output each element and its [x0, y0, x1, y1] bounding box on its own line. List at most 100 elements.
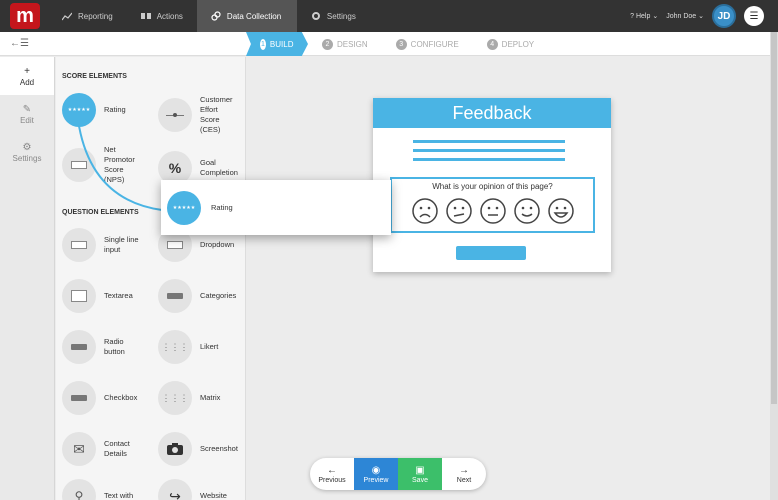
- element-label: Textarea: [104, 291, 133, 300]
- ces-line-1: Customer: [200, 95, 233, 104]
- form-submit-button[interactable]: [456, 246, 526, 260]
- user-area: ? Help ⌄ John Doe ⌄ JD ☰: [630, 0, 764, 32]
- rail-edit[interactable]: ✎ Edit: [0, 95, 54, 133]
- step-label: CONFIGURE: [410, 39, 459, 49]
- placeholder-line: [413, 158, 565, 161]
- step-label: DEPLOY: [501, 39, 535, 49]
- very-happy-face-icon[interactable]: [547, 197, 575, 225]
- step-deploy[interactable]: 4 DEPLOY: [473, 32, 548, 56]
- collapse-panel-icon[interactable]: ←☰: [10, 38, 29, 49]
- nav-data-collection[interactable]: Data Collection: [196, 0, 297, 32]
- envelope-icon: ✉: [62, 432, 96, 466]
- eye-icon: ◉: [371, 464, 381, 476]
- step-number: 1: [260, 38, 266, 50]
- arrow-left-icon: ←: [327, 464, 337, 476]
- wizard-steps: 1 BUILD 2 DESIGN 3 CONFIGURE 4 DEPLOY: [246, 32, 548, 56]
- element-screenshot[interactable]: Screenshot: [158, 432, 245, 466]
- chevron-down-icon: ⌄: [652, 13, 659, 20]
- nav-settings[interactable]: Settings: [297, 0, 370, 32]
- sliders-icon[interactable]: ☰: [744, 6, 764, 26]
- single-line-2: input: [104, 245, 121, 254]
- stepper-bar: ←☰ 1 BUILD 2 DESIGN 3 CONFIGURE 4 DEPLOY: [0, 32, 770, 56]
- categories-icon: [158, 279, 192, 313]
- chevron-down-icon: ⌄: [698, 13, 704, 20]
- share-icon: ↪: [158, 479, 192, 500]
- element-textarea[interactable]: Textarea: [62, 279, 157, 313]
- step-number: 2: [322, 38, 333, 50]
- vertical-scrollbar[interactable]: [770, 32, 778, 500]
- element-website[interactable]: ↪ Website: [158, 479, 245, 500]
- score-elements-title: SCORE ELEMENTS: [62, 72, 127, 80]
- dragged-rating-element[interactable]: ★★★★★ Rating: [161, 180, 391, 235]
- ces-line-2: Effort: [200, 105, 218, 114]
- very-sad-face-icon[interactable]: [411, 197, 439, 225]
- next-button[interactable]: → Next: [442, 458, 486, 490]
- radio-icon: [62, 330, 96, 364]
- nav-reporting[interactable]: Reporting: [48, 0, 127, 32]
- element-label: Customer Effort Score (CES): [200, 95, 233, 135]
- help-menu[interactable]: ? Help ⌄: [630, 12, 658, 20]
- goal-line-1: Goal: [200, 158, 216, 167]
- element-single-line-input[interactable]: Single line input: [62, 228, 157, 262]
- rail-add[interactable]: + Add: [0, 57, 54, 95]
- rail-settings[interactable]: ⚙ Settings: [0, 133, 54, 171]
- step-label: DESIGN: [337, 39, 368, 49]
- likert-icon: ⋮⋮⋮: [158, 330, 192, 364]
- element-label: Contact Details: [104, 439, 130, 459]
- element-label: Dropdown: [200, 240, 235, 249]
- nav-reporting-label: Reporting: [78, 11, 113, 21]
- feedback-form-preview[interactable]: Feedback What is your opinion of this pa…: [373, 98, 611, 272]
- step-number: 3: [395, 38, 407, 50]
- contact-line-1: Contact: [104, 439, 130, 448]
- element-text-with[interactable]: ⚲ Text with: [62, 479, 157, 500]
- user-name: John Doe: [666, 13, 697, 20]
- element-label: Likert: [200, 342, 219, 351]
- left-rail: + Add ✎ Edit ⚙ Settings: [0, 57, 55, 500]
- textarea-icon: [62, 279, 96, 313]
- key-icon: ⚲: [62, 479, 96, 500]
- nav-actions[interactable]: Actions: [127, 0, 197, 32]
- bottom-toolbar: ← Previous ◉ Preview ▣ Save → Next: [310, 458, 486, 490]
- save-button[interactable]: ▣ Save: [398, 458, 442, 490]
- help-icon: ?: [630, 13, 635, 20]
- element-radio-button[interactable]: Radio button: [62, 330, 157, 364]
- element-likert[interactable]: ⋮⋮⋮ Likert: [158, 330, 245, 364]
- step-label: BUILD: [269, 39, 294, 49]
- placeholder-line: [413, 149, 565, 152]
- happy-face-icon[interactable]: [513, 197, 541, 225]
- stars-icon: ★★★★★: [67, 107, 91, 113]
- previous-button[interactable]: ← Previous: [310, 458, 354, 490]
- step-configure[interactable]: 3 CONFIGURE: [382, 32, 473, 56]
- arrow-right-icon: →: [459, 464, 469, 476]
- ces-line-3: Score: [200, 115, 220, 124]
- user-menu[interactable]: John Doe ⌄: [666, 12, 704, 20]
- element-label: Matrix: [200, 393, 221, 402]
- step-design[interactable]: 2 DESIGN: [308, 32, 382, 56]
- stars-icon: ★★★★★: [172, 204, 196, 211]
- brand-logo[interactable]: m: [10, 3, 40, 29]
- element-categories[interactable]: Categories: [158, 279, 245, 313]
- element-label: Checkbox: [104, 393, 138, 402]
- element-checkbox[interactable]: Checkbox: [62, 381, 157, 415]
- element-contact-details[interactable]: ✉ Contact Details: [62, 432, 157, 466]
- preview-button[interactable]: ◉ Preview: [354, 458, 398, 490]
- next-label: Next: [456, 476, 472, 484]
- camera-icon: [158, 432, 192, 466]
- element-ces[interactable]: Customer Effort Score (CES): [158, 95, 245, 135]
- rail-add-label: Add: [19, 77, 35, 87]
- sad-face-icon[interactable]: [445, 197, 473, 225]
- ghost-label: Rating: [211, 202, 233, 212]
- scrollbar-thumb[interactable]: [771, 32, 777, 404]
- form-title: Feedback: [373, 98, 611, 128]
- rail-edit-label: Edit: [20, 115, 34, 125]
- nav-data-collection-label: Data Collection: [226, 11, 282, 21]
- element-matrix[interactable]: ⋮⋮⋮ Matrix: [158, 381, 245, 415]
- neutral-face-icon[interactable]: [479, 197, 507, 225]
- step-build[interactable]: 1 BUILD: [246, 32, 308, 56]
- rating-drop-zone[interactable]: What is your opinion of this page?: [390, 177, 595, 233]
- nav-settings-label: Settings: [326, 11, 356, 21]
- element-label: Single line input: [104, 235, 139, 255]
- plus-icon: +: [24, 65, 30, 77]
- avatar[interactable]: JD: [712, 4, 736, 28]
- preview-label: Preview: [363, 476, 389, 484]
